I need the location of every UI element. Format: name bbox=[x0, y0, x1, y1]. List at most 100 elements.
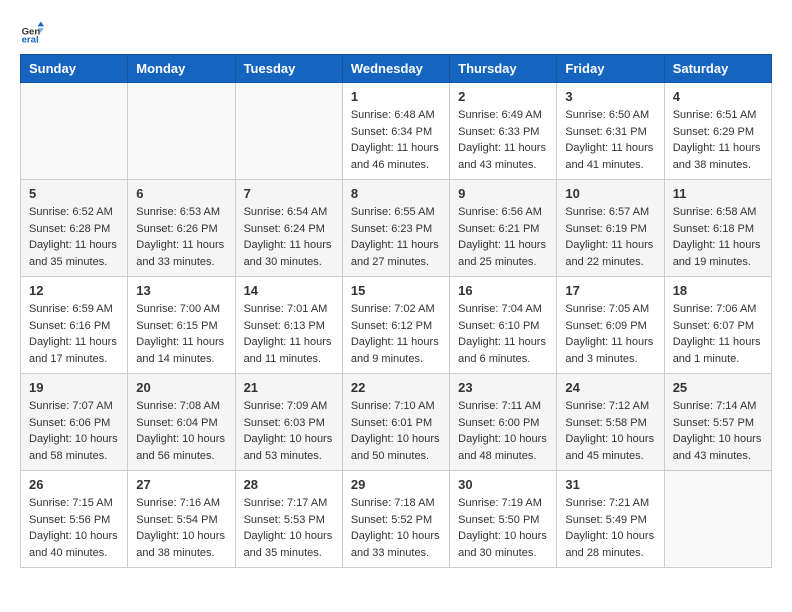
calendar-day: 12 Sunrise: 6:59 AMSunset: 6:16 PMDayligh… bbox=[21, 277, 128, 374]
day-info: Sunrise: 6:59 AMSunset: 6:16 PMDaylight:… bbox=[29, 301, 119, 367]
day-number: 25 bbox=[673, 380, 763, 395]
logo-icon: Gen eral bbox=[20, 20, 44, 44]
svg-text:eral: eral bbox=[22, 34, 39, 44]
calendar-day: 10 Sunrise: 6:57 AMSunset: 6:19 PMDayligh… bbox=[557, 180, 664, 277]
day-number: 5 bbox=[29, 186, 119, 201]
day-info: Sunrise: 7:08 AMSunset: 6:04 PMDaylight:… bbox=[136, 398, 226, 464]
day-info: Sunrise: 7:01 AMSunset: 6:13 PMDaylight:… bbox=[244, 301, 334, 367]
day-info: Sunrise: 7:00 AMSunset: 6:15 PMDaylight:… bbox=[136, 301, 226, 367]
day-number: 31 bbox=[565, 477, 655, 492]
day-number: 27 bbox=[136, 477, 226, 492]
calendar-day: 23 Sunrise: 7:11 AMSunset: 6:00 PMDayligh… bbox=[450, 374, 557, 471]
day-number: 22 bbox=[351, 380, 441, 395]
day-number: 10 bbox=[565, 186, 655, 201]
weekday-header-friday: Friday bbox=[557, 55, 664, 83]
day-info: Sunrise: 7:21 AMSunset: 5:49 PMDaylight:… bbox=[565, 495, 655, 561]
day-number: 20 bbox=[136, 380, 226, 395]
calendar-day bbox=[664, 471, 771, 568]
day-info: Sunrise: 6:52 AMSunset: 6:28 PMDaylight:… bbox=[29, 204, 119, 270]
day-number: 28 bbox=[244, 477, 334, 492]
calendar-day: 17 Sunrise: 7:05 AMSunset: 6:09 PMDayligh… bbox=[557, 277, 664, 374]
day-info: Sunrise: 6:48 AMSunset: 6:34 PMDaylight:… bbox=[351, 107, 441, 173]
weekday-header-wednesday: Wednesday bbox=[342, 55, 449, 83]
calendar-day: 2 Sunrise: 6:49 AMSunset: 6:33 PMDaylight… bbox=[450, 83, 557, 180]
day-number: 9 bbox=[458, 186, 548, 201]
day-info: Sunrise: 7:10 AMSunset: 6:01 PMDaylight:… bbox=[351, 398, 441, 464]
day-number: 17 bbox=[565, 283, 655, 298]
calendar-day: 18Sunrise: 7:06 AMSunset: 6:07 PMDayligh… bbox=[664, 277, 771, 374]
calendar-week-4: 19 Sunrise: 7:07 AMSunset: 6:06 PMDayligh… bbox=[21, 374, 772, 471]
day-number: 30 bbox=[458, 477, 548, 492]
day-info: Sunrise: 7:14 AMSunset: 5:57 PMDaylight:… bbox=[673, 398, 763, 464]
calendar-day: 8Sunrise: 6:55 AMSunset: 6:23 PMDaylight… bbox=[342, 180, 449, 277]
day-number: 23 bbox=[458, 380, 548, 395]
day-info: Sunrise: 6:57 AMSunset: 6:19 PMDaylight:… bbox=[565, 204, 655, 270]
calendar-day: 27 Sunrise: 7:16 AMSunset: 5:54 PMDayligh… bbox=[128, 471, 235, 568]
day-info: Sunrise: 7:07 AMSunset: 6:06 PMDaylight:… bbox=[29, 398, 119, 464]
day-info: Sunrise: 7:18 AMSunset: 5:52 PMDaylight:… bbox=[351, 495, 441, 561]
day-info: Sunrise: 6:54 AMSunset: 6:24 PMDaylight:… bbox=[244, 204, 334, 270]
day-number: 16 bbox=[458, 283, 548, 298]
day-info: Sunrise: 7:05 AMSunset: 6:09 PMDaylight:… bbox=[565, 301, 655, 367]
calendar-day: 16 Sunrise: 7:04 AMSunset: 6:10 PMDayligh… bbox=[450, 277, 557, 374]
day-number: 24 bbox=[565, 380, 655, 395]
day-number: 15 bbox=[351, 283, 441, 298]
calendar-day: 21Sunrise: 7:09 AMSunset: 6:03 PMDayligh… bbox=[235, 374, 342, 471]
calendar-day: 15 Sunrise: 7:02 AMSunset: 6:12 PMDayligh… bbox=[342, 277, 449, 374]
calendar-day bbox=[21, 83, 128, 180]
calendar-day: 22 Sunrise: 7:10 AMSunset: 6:01 PMDayligh… bbox=[342, 374, 449, 471]
calendar-day: 6 Sunrise: 6:53 AMSunset: 6:26 PMDaylight… bbox=[128, 180, 235, 277]
day-info: Sunrise: 7:09 AMSunset: 6:03 PMDaylight:… bbox=[244, 398, 334, 464]
calendar-header: SundayMondayTuesdayWednesdayThursdayFrid… bbox=[21, 55, 772, 83]
calendar-day: 7 Sunrise: 6:54 AMSunset: 6:24 PMDaylight… bbox=[235, 180, 342, 277]
calendar-day: 3Sunrise: 6:50 AMSunset: 6:31 PMDaylight… bbox=[557, 83, 664, 180]
calendar-day: 11Sunrise: 6:58 AMSunset: 6:18 PMDayligh… bbox=[664, 180, 771, 277]
weekday-row: SundayMondayTuesdayWednesdayThursdayFrid… bbox=[21, 55, 772, 83]
calendar-day: 5 Sunrise: 6:52 AMSunset: 6:28 PMDaylight… bbox=[21, 180, 128, 277]
day-number: 7 bbox=[244, 186, 334, 201]
day-number: 4 bbox=[673, 89, 763, 104]
calendar-day: 20 Sunrise: 7:08 AMSunset: 6:04 PMDayligh… bbox=[128, 374, 235, 471]
day-info: Sunrise: 7:16 AMSunset: 5:54 PMDaylight:… bbox=[136, 495, 226, 561]
day-number: 14 bbox=[244, 283, 334, 298]
day-info: Sunrise: 6:55 AMSunset: 6:23 PMDaylight:… bbox=[351, 204, 441, 270]
calendar-day: 9Sunrise: 6:56 AMSunset: 6:21 PMDaylight… bbox=[450, 180, 557, 277]
calendar-day bbox=[128, 83, 235, 180]
day-number: 12 bbox=[29, 283, 119, 298]
day-info: Sunrise: 7:11 AMSunset: 6:00 PMDaylight:… bbox=[458, 398, 548, 464]
calendar-week-3: 12 Sunrise: 6:59 AMSunset: 6:16 PMDayligh… bbox=[21, 277, 772, 374]
weekday-header-saturday: Saturday bbox=[664, 55, 771, 83]
day-number: 6 bbox=[136, 186, 226, 201]
day-number: 13 bbox=[136, 283, 226, 298]
calendar-day: 13 Sunrise: 7:00 AMSunset: 6:15 PMDayligh… bbox=[128, 277, 235, 374]
day-number: 19 bbox=[29, 380, 119, 395]
day-info: Sunrise: 6:58 AMSunset: 6:18 PMDaylight:… bbox=[673, 204, 763, 270]
calendar-day: 24Sunrise: 7:12 AMSunset: 5:58 PMDayligh… bbox=[557, 374, 664, 471]
calendar-day: 28 Sunrise: 7:17 AMSunset: 5:53 PMDayligh… bbox=[235, 471, 342, 568]
calendar-day: 14 Sunrise: 7:01 AMSunset: 6:13 PMDayligh… bbox=[235, 277, 342, 374]
calendar-week-1: 1 Sunrise: 6:48 AMSunset: 6:34 PMDaylight… bbox=[21, 83, 772, 180]
calendar-week-2: 5 Sunrise: 6:52 AMSunset: 6:28 PMDaylight… bbox=[21, 180, 772, 277]
day-info: Sunrise: 6:53 AMSunset: 6:26 PMDaylight:… bbox=[136, 204, 226, 270]
day-info: Sunrise: 6:51 AMSunset: 6:29 PMDaylight:… bbox=[673, 107, 763, 173]
calendar-day: 19 Sunrise: 7:07 AMSunset: 6:06 PMDayligh… bbox=[21, 374, 128, 471]
weekday-header-sunday: Sunday bbox=[21, 55, 128, 83]
logo: Gen eral bbox=[20, 20, 48, 44]
page-header: Gen eral bbox=[20, 20, 772, 44]
day-info: Sunrise: 6:50 AMSunset: 6:31 PMDaylight:… bbox=[565, 107, 655, 173]
calendar-day: 4 Sunrise: 6:51 AMSunset: 6:29 PMDaylight… bbox=[664, 83, 771, 180]
day-number: 29 bbox=[351, 477, 441, 492]
day-number: 26 bbox=[29, 477, 119, 492]
calendar-body: 1 Sunrise: 6:48 AMSunset: 6:34 PMDaylight… bbox=[21, 83, 772, 568]
day-info: Sunrise: 7:02 AMSunset: 6:12 PMDaylight:… bbox=[351, 301, 441, 367]
day-info: Sunrise: 6:49 AMSunset: 6:33 PMDaylight:… bbox=[458, 107, 548, 173]
day-info: Sunrise: 7:15 AMSunset: 5:56 PMDaylight:… bbox=[29, 495, 119, 561]
calendar-day: 1 Sunrise: 6:48 AMSunset: 6:34 PMDaylight… bbox=[342, 83, 449, 180]
day-number: 1 bbox=[351, 89, 441, 104]
day-number: 2 bbox=[458, 89, 548, 104]
calendar-day bbox=[235, 83, 342, 180]
day-info: Sunrise: 7:04 AMSunset: 6:10 PMDaylight:… bbox=[458, 301, 548, 367]
day-info: Sunrise: 7:17 AMSunset: 5:53 PMDaylight:… bbox=[244, 495, 334, 561]
day-info: Sunrise: 7:19 AMSunset: 5:50 PMDaylight:… bbox=[458, 495, 548, 561]
day-info: Sunrise: 7:06 AMSunset: 6:07 PMDaylight:… bbox=[673, 301, 763, 367]
